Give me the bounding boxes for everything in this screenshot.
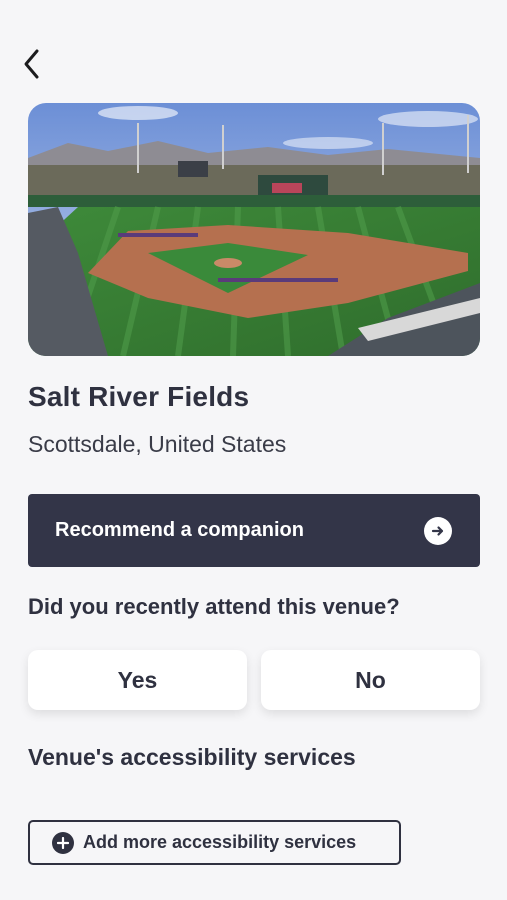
- plus-circle-icon: [52, 831, 74, 854]
- recommend-companion-button[interactable]: Recommend a companion: [28, 494, 480, 567]
- venue-location: Scottsdale, United States: [28, 431, 287, 457]
- recommend-companion-label: Recommend a companion: [55, 519, 304, 541]
- accessibility-section-title: Venue's accessibility services: [28, 744, 356, 770]
- venue-photo: [28, 103, 480, 356]
- chevron-left-icon: [22, 48, 42, 85]
- status-bar: [0, 0, 507, 30]
- add-accessibility-services-button[interactable]: Add more accessibility services: [28, 820, 401, 865]
- no-button[interactable]: No: [261, 650, 480, 710]
- yes-button[interactable]: Yes: [28, 650, 247, 710]
- back-button[interactable]: [14, 46, 50, 86]
- venue-name: Salt River Fields: [28, 381, 250, 412]
- arrow-right-circle-icon: [424, 516, 452, 545]
- attendance-question: Did you recently attend this venue?: [28, 594, 400, 619]
- add-accessibility-services-label: Add more accessibility services: [83, 832, 357, 852]
